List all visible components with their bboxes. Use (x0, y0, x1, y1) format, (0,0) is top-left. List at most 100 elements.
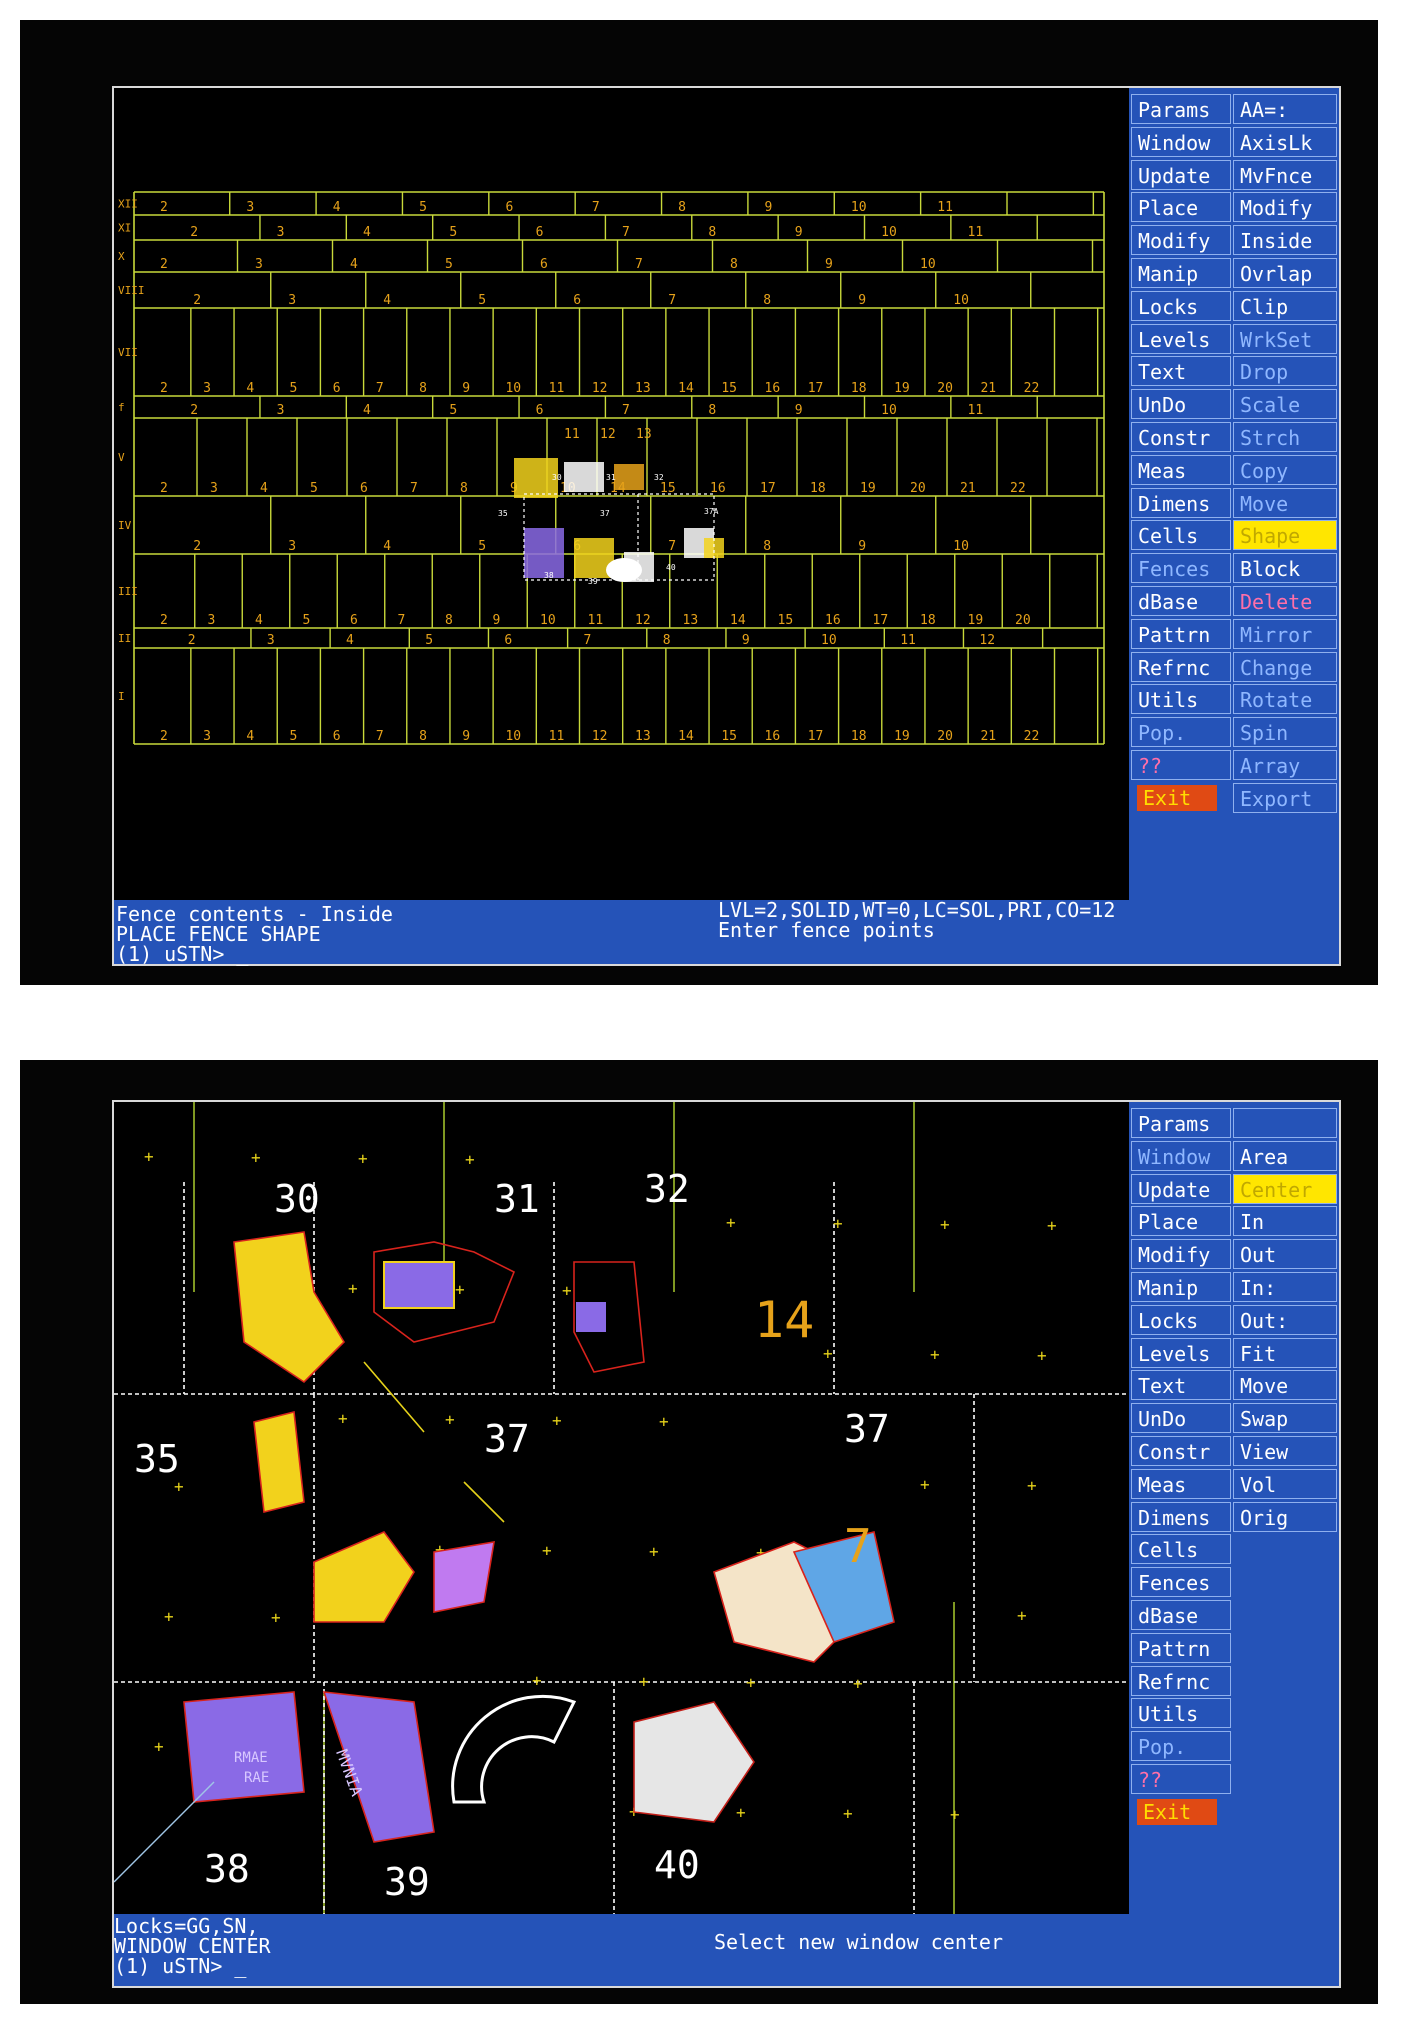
menu-left-blank[interactable]: ?? (1131, 750, 1231, 780)
menu-right-export[interactable]: Export (1233, 782, 1337, 813)
menu-left-locks[interactable]: Locks (1131, 1304, 1231, 1335)
menu-left-locks[interactable]: Locks (1131, 290, 1231, 321)
menu-left-update[interactable]: Update (1131, 159, 1231, 190)
menu-left-meas[interactable]: Meas (1131, 1468, 1231, 1499)
menu-right-modify[interactable]: Modify (1233, 192, 1337, 223)
menu-left-blank[interactable]: ?? (1131, 1764, 1231, 1794)
menu-right-fit[interactable]: Fit (1233, 1337, 1337, 1368)
cell-number: 8 (678, 200, 686, 215)
command-prompt[interactable]: (1) uSTN> _ (114, 1956, 246, 1976)
menu-left-dbase[interactable]: dBase (1131, 586, 1231, 616)
menu-left-dbase[interactable]: dBase (1131, 1600, 1231, 1630)
cell-number: 20 (910, 481, 926, 496)
menu-right-move[interactable]: Move (1233, 1370, 1337, 1401)
menu-right-shape[interactable]: Shape (1233, 520, 1337, 551)
map-fragment (564, 462, 604, 492)
menu-right-vol[interactable]: Vol (1233, 1468, 1337, 1499)
menu-left-manip[interactable]: Manip (1131, 258, 1231, 288)
menu-left-params[interactable]: Params (1131, 94, 1231, 124)
menu-left-undo[interactable]: UnDo (1131, 1403, 1231, 1434)
menu-right-mirror[interactable]: Mirror (1233, 618, 1337, 649)
command-prompt[interactable]: (1) uSTN> _ (116, 944, 248, 964)
menu-right-rotate[interactable]: Rotate (1233, 684, 1337, 715)
menu-right-mvfnce[interactable]: MvFnce (1233, 159, 1337, 190)
region-label: 37 (484, 1417, 530, 1461)
menu-right-ovrlap[interactable]: Ovrlap (1233, 258, 1337, 288)
menu-left-exit[interactable]: Exit (1137, 784, 1217, 811)
menu-right-inside[interactable]: Inside (1233, 225, 1337, 256)
menu-left-utils[interactable]: Utils (1131, 684, 1231, 715)
cell-number: 10 (881, 403, 897, 418)
menu-right-orig[interactable]: Orig (1233, 1501, 1337, 1532)
menu-right-center[interactable]: Center (1233, 1173, 1337, 1204)
menu-left-fences[interactable]: Fences (1131, 553, 1231, 584)
menu-left-window[interactable]: Window (1131, 1140, 1231, 1171)
row-label: V (118, 451, 125, 464)
menu-left-dimens[interactable]: Dimens (1131, 1501, 1231, 1532)
menu-right-scale[interactable]: Scale (1233, 389, 1337, 420)
menu-left-modify[interactable]: Modify (1131, 1239, 1231, 1270)
menu-left-fences[interactable]: Fences (1131, 1567, 1231, 1598)
menu-left-pop[interactable]: Pop. (1131, 1731, 1231, 1762)
cell-number: 7 (622, 225, 630, 240)
menu-right-wrkset[interactable]: WrkSet (1233, 323, 1337, 354)
menu-right-area[interactable]: Area (1233, 1140, 1337, 1171)
menu-right-drop[interactable]: Drop (1233, 356, 1337, 387)
menu-right-in[interactable]: In: (1233, 1272, 1337, 1302)
menu-left-constr[interactable]: Constr (1131, 1436, 1231, 1466)
menu-left-pattrn[interactable]: Pattrn (1131, 618, 1231, 649)
menu-left-dimens[interactable]: Dimens (1131, 487, 1231, 518)
menu-right-change[interactable]: Change (1233, 651, 1337, 682)
menu-right-view[interactable]: View (1233, 1436, 1337, 1466)
menu-right-array[interactable]: Array (1233, 750, 1337, 780)
cell-number: 11 (549, 729, 565, 744)
menu-left-manip[interactable]: Manip (1131, 1272, 1231, 1302)
snap-mark: + (950, 1805, 960, 1824)
menu-right-out[interactable]: Out: (1233, 1304, 1337, 1335)
photo-top: XII 2 3 4 5 6 7 8 9 10 11 XI 2 3 4 5 6 7 8 9 10 11 X 2 3 4 5 6 7 8 9 10… (20, 20, 1378, 985)
menu-left-window[interactable]: Window (1131, 126, 1231, 157)
menu-right-clip[interactable]: Clip (1233, 290, 1337, 321)
menu-left-refrnc[interactable]: Refrnc (1131, 1665, 1231, 1696)
menu-right-in[interactable]: In (1233, 1206, 1337, 1237)
menu-right-spin[interactable]: Spin (1233, 717, 1337, 748)
menu-right-out[interactable]: Out (1233, 1239, 1337, 1270)
menu-left-update[interactable]: Update (1131, 1173, 1231, 1204)
menu-left-modify[interactable]: Modify (1131, 225, 1231, 256)
row-label: I (118, 690, 125, 703)
menu-left-cells[interactable]: Cells (1131, 520, 1231, 551)
cell-number: 9 (493, 613, 501, 628)
menu-left-place[interactable]: Place (1131, 1206, 1231, 1237)
menu-right-swap[interactable]: Swap (1233, 1403, 1337, 1434)
menu-left-place[interactable]: Place (1131, 192, 1231, 223)
menu-left-levels[interactable]: Levels (1131, 1337, 1231, 1368)
monitor-screen-bottom: ++++++++++++++++++++++++++++++++++++++++… (112, 1100, 1341, 1988)
menu-left-pop[interactable]: Pop. (1131, 717, 1231, 748)
menu-right-delete[interactable]: Delete (1233, 586, 1337, 616)
menu-left-text[interactable]: Text (1131, 356, 1231, 387)
menu-left-meas[interactable]: Meas (1131, 454, 1231, 485)
menu-right-move[interactable]: Move (1233, 487, 1337, 518)
menu-left-pattrn[interactable]: Pattrn (1131, 1632, 1231, 1663)
menu-left-levels[interactable]: Levels (1131, 323, 1231, 354)
menu-right-block[interactable]: Block (1233, 553, 1337, 584)
menu-right-strch[interactable]: Strch (1233, 422, 1337, 452)
menu-left-exit[interactable]: Exit (1137, 1798, 1217, 1825)
menu-left-params[interactable]: Params (1131, 1108, 1231, 1138)
cell-number: 22 (1010, 481, 1026, 496)
cad-drawing-area-bottom[interactable]: ++++++++++++++++++++++++++++++++++++++++… (114, 1102, 1128, 1914)
menu-left-constr[interactable]: Constr (1131, 422, 1231, 452)
menu-right-blank[interactable] (1233, 1108, 1337, 1138)
menu-left-text[interactable]: Text (1131, 1370, 1231, 1401)
menu-right-axislk[interactable]: AxisLk (1233, 126, 1337, 157)
menu-right-aa[interactable]: AA=: (1233, 94, 1337, 124)
cad-drawing-area-top[interactable]: XII 2 3 4 5 6 7 8 9 10 11 XI 2 3 4 5 6 7 8 9 10 11 X 2 3 4 5 6 7 8 9 10… (114, 88, 1128, 900)
menu-right-copy[interactable]: Copy (1233, 454, 1337, 485)
menu-left-refrnc[interactable]: Refrnc (1131, 651, 1231, 682)
menu-left-cells[interactable]: Cells (1131, 1534, 1231, 1565)
cell-number: 8 (763, 293, 771, 308)
menu-left-utils[interactable]: Utils (1131, 1698, 1231, 1729)
menu-left-undo[interactable]: UnDo (1131, 389, 1231, 420)
cell-number: 2 (193, 293, 201, 308)
cell-number: 10 (505, 729, 521, 744)
